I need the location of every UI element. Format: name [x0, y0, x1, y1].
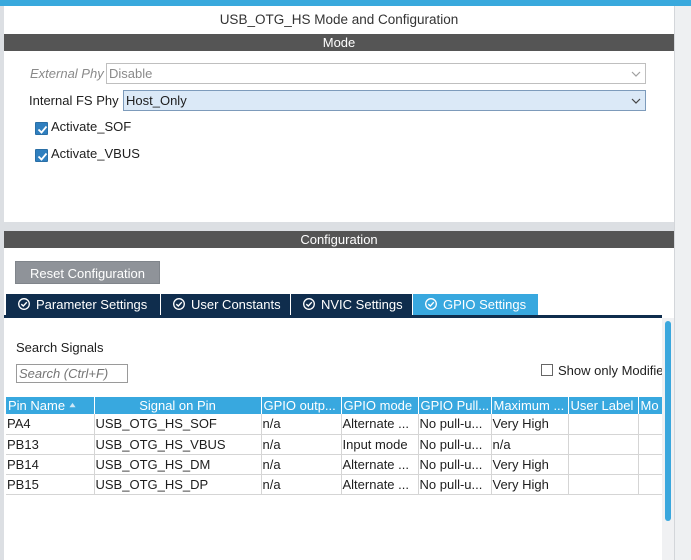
cell-gpio-output: n/a [261, 434, 342, 455]
column-header-gpio-mode[interactable]: GPIO mode [341, 397, 419, 414]
cell-signal: USB_OTG_HS_DM [94, 454, 262, 475]
cell-gpio-output: n/a [261, 414, 342, 435]
cell-pin-name: PB13 [6, 434, 95, 455]
tab-label: User Constants [191, 297, 281, 312]
gpio-table-viewport: Pin Name Signal on Pin GPIO outp... GPIO… [6, 397, 662, 497]
config-tabs: Parameter Settings User Constants NVIC S… [4, 294, 674, 315]
show-only-modified-label: Show only Modified [558, 363, 662, 378]
gpio-table: Pin Name Signal on Pin GPIO outp... GPIO… [6, 397, 662, 495]
internal-fs-phy-row: Internal FS Phy Host_Only [29, 90, 649, 111]
table-row[interactable]: PB14 USB_OTG_HS_DM n/a Alternate ... No … [6, 454, 662, 475]
tab-nvic-settings[interactable]: NVIC Settings [291, 294, 412, 315]
cell-gpio-output: n/a [261, 454, 342, 475]
cell-maximum: Very High [491, 474, 569, 495]
cell-gpio-mode: Alternate ... [341, 454, 419, 475]
right-panel-edge [674, 6, 691, 560]
cell-gpio-pull: No pull-u... [418, 474, 492, 495]
external-phy-row: External Phy Disable [30, 63, 650, 84]
tab-label: GPIO Settings [443, 297, 527, 312]
cell-maximum: Very High [491, 414, 569, 435]
search-signals-input[interactable] [16, 364, 128, 383]
external-phy-value: Disable [109, 66, 153, 81]
cell-maximum: n/a [491, 434, 569, 455]
cell-modified [638, 434, 662, 455]
cell-pin-name: PA4 [6, 414, 95, 435]
table-row[interactable]: PA4 USB_OTG_HS_SOF n/a Alternate ... No … [6, 414, 662, 435]
external-phy-select: Disable [106, 63, 646, 84]
check-circle-icon [173, 298, 185, 310]
cell-signal: USB_OTG_HS_VBUS [94, 434, 262, 455]
cell-gpio-pull: No pull-u... [418, 454, 492, 475]
tab-gpio-settings[interactable]: GPIO Settings [413, 294, 538, 315]
sort-arrow-icon [69, 402, 76, 407]
cell-user-label [568, 474, 639, 495]
check-circle-icon [303, 298, 315, 310]
cell-user-label [568, 434, 639, 455]
scrollbar-thumb[interactable] [665, 321, 671, 521]
checkmark-icon [37, 152, 48, 161]
column-header-gpio-pull[interactable]: GPIO Pull... [418, 397, 492, 414]
tab-parameter-settings[interactable]: Parameter Settings [6, 294, 160, 315]
external-phy-label: External Phy [30, 66, 104, 81]
vertical-scrollbar[interactable] [662, 318, 674, 560]
cell-user-label [568, 454, 639, 475]
activate-sof-label: Activate_SOF [51, 119, 132, 134]
activate-sof-checkbox[interactable] [35, 122, 48, 135]
cell-gpio-mode: Input mode [341, 434, 419, 455]
check-circle-icon [425, 298, 437, 310]
chevron-down-icon [631, 71, 641, 77]
cell-maximum: Very High [491, 454, 569, 475]
chevron-down-icon [631, 98, 641, 104]
tab-label: NVIC Settings [321, 297, 403, 312]
show-only-modified-checkbox[interactable] [541, 364, 553, 376]
mode-section-header: Mode [4, 34, 674, 51]
column-header-user-label[interactable]: User Label [568, 397, 639, 414]
table-header-row: Pin Name Signal on Pin GPIO outp... GPIO… [6, 397, 662, 414]
cell-modified [638, 454, 662, 475]
activate-vbus-label: Activate_VBUS [51, 146, 140, 161]
cell-gpio-pull: No pull-u... [418, 434, 492, 455]
column-header-gpio-output[interactable]: GPIO outp... [261, 397, 342, 414]
column-header-pin-name[interactable]: Pin Name [6, 397, 95, 414]
internal-fs-phy-select[interactable]: Host_Only [123, 90, 646, 111]
cell-signal: USB_OTG_HS_SOF [94, 414, 262, 435]
search-signals-label: Search Signals [16, 340, 104, 355]
show-only-modified[interactable]: Show only Modified [541, 363, 662, 379]
cell-modified [638, 414, 662, 435]
activate-vbus-checkbox[interactable] [35, 149, 48, 162]
mode-panel: External Phy Disable Internal FS Phy Hos… [4, 51, 674, 222]
column-header-signal[interactable]: Signal on Pin [94, 397, 262, 414]
internal-fs-phy-value: Host_Only [126, 93, 187, 108]
cell-pin-name: PB14 [6, 454, 95, 475]
cell-gpio-mode: Alternate ... [341, 414, 419, 435]
cell-gpio-pull: No pull-u... [418, 414, 492, 435]
column-header-modified[interactable]: Mo [638, 397, 662, 414]
cell-pin-name: PB15 [6, 474, 95, 495]
tab-label: Parameter Settings [36, 297, 148, 312]
reset-configuration-button[interactable]: Reset Configuration [15, 261, 160, 284]
table-row[interactable]: PB15 USB_OTG_HS_DP n/a Alternate ... No … [6, 474, 662, 495]
check-circle-icon [18, 298, 30, 310]
table-row[interactable]: PB13 USB_OTG_HS_VBUS n/a Input mode No p… [6, 434, 662, 455]
cell-gpio-output: n/a [261, 474, 342, 495]
internal-fs-phy-label: Internal FS Phy [29, 93, 119, 108]
cell-user-label [568, 414, 639, 435]
configuration-section-header: Configuration [4, 231, 674, 248]
tab-user-constants[interactable]: User Constants [161, 294, 290, 315]
cell-gpio-mode: Alternate ... [341, 474, 419, 495]
cell-modified [638, 474, 662, 495]
window-title: USB_OTG_HS Mode and Configuration [4, 6, 674, 34]
tab-divider [4, 315, 662, 318]
checkmark-icon [37, 125, 48, 134]
cell-signal: USB_OTG_HS_DP [94, 474, 262, 495]
column-header-maximum[interactable]: Maximum ... [491, 397, 569, 414]
